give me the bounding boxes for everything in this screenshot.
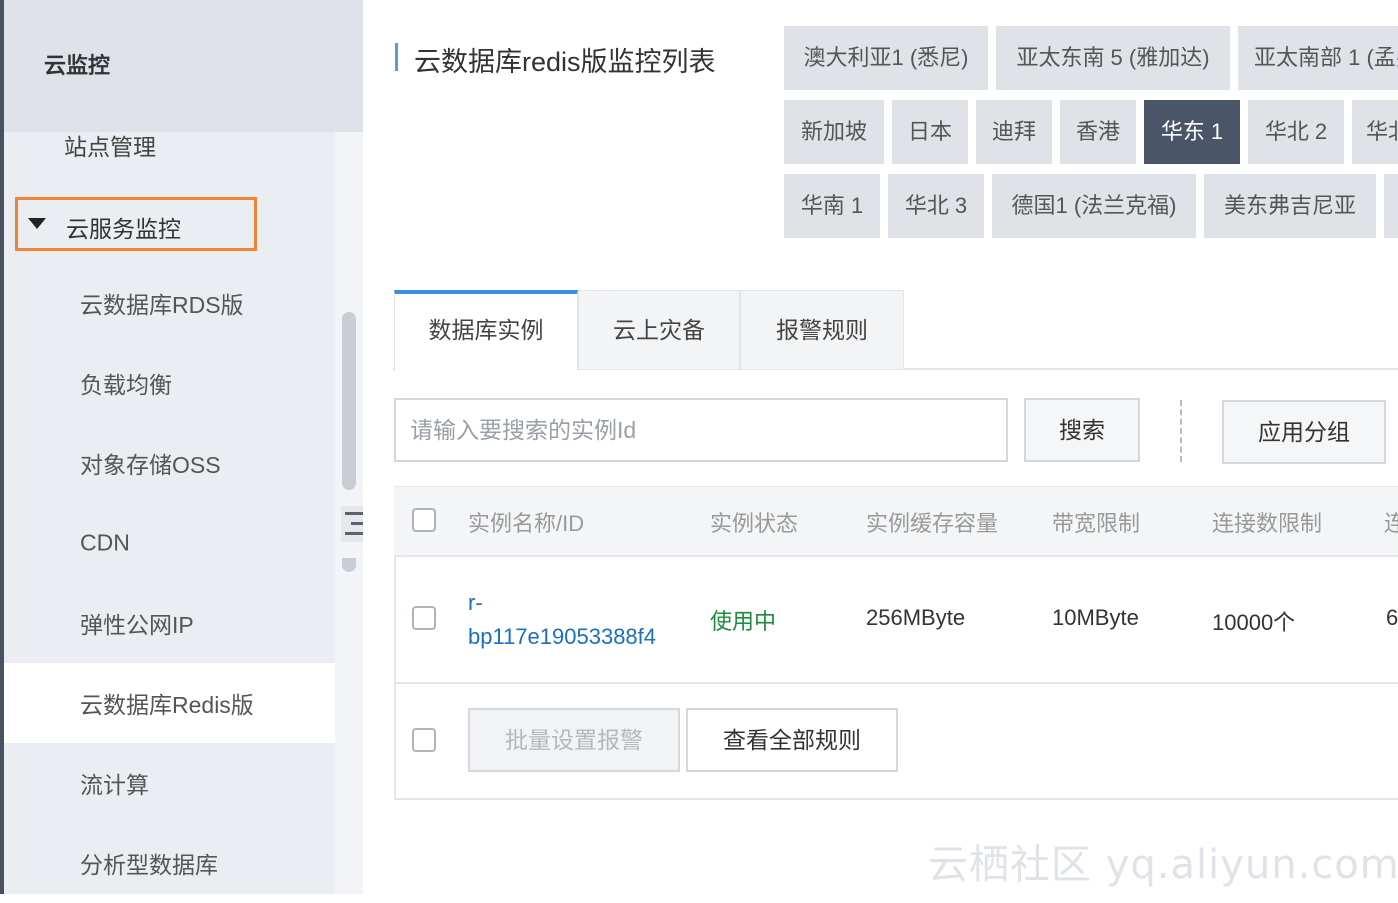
view-all-rules-button[interactable]: 查看全部规则 (686, 708, 898, 772)
sidebar-item-stream-compute[interactable]: 流计算 (4, 743, 335, 823)
row-checkbox[interactable] (412, 606, 436, 630)
region-button[interactable]: 华北 3 (888, 174, 984, 238)
sidebar-item-label: 分析型数据库 (80, 852, 218, 878)
column-header-capacity[interactable]: 实例缓存容量 (866, 506, 998, 538)
sidebar-item-analytic-db[interactable]: 分析型数据库 (4, 823, 335, 903)
region-button[interactable]: 华北 2 (1248, 100, 1344, 164)
status-badge: 使用中 (710, 609, 777, 634)
region-button[interactable]: 新加坡 (784, 100, 884, 164)
region-button[interactable]: 亚太东南 5 (雅加达) (996, 26, 1230, 90)
region-button[interactable]: 华南 1 (784, 174, 880, 238)
tab-disaster-recovery[interactable]: 云上灾备 (578, 290, 740, 369)
column-header-bandwidth[interactable]: 带宽限制 (1052, 506, 1140, 538)
column-header-connections[interactable]: 连接数限制 (1212, 506, 1322, 538)
instance-id-link-prefix[interactable]: r- (468, 590, 483, 616)
cell-bandwidth: 10MByte (1052, 605, 1139, 630)
sidebar-title: 云监控 (44, 53, 111, 78)
sidebar-item-label: 云数据库Redis版 (80, 692, 254, 718)
region-button[interactable]: 美西 (1384, 174, 1398, 238)
collapse-sidebar-icon[interactable] (341, 506, 363, 542)
sidebar-item-slb[interactable]: 负载均衡 (4, 343, 335, 423)
sidebar-item-oss[interactable]: 对象存储OSS (4, 423, 335, 503)
sidebar-item-cdn[interactable]: CDN (4, 503, 335, 583)
footer-checkbox[interactable] (412, 728, 436, 752)
column-header-name[interactable]: 实例名称/ID (468, 506, 584, 538)
sidebar-item-redis[interactable]: 云数据库Redis版 (4, 663, 335, 743)
sidebar-item-eip[interactable]: 弹性公网IP (4, 583, 335, 663)
column-header-truncated[interactable]: 连 (1384, 506, 1398, 538)
region-button[interactable]: 亚太南部 1 (孟买) (1238, 26, 1398, 90)
region-button[interactable]: 美东弗吉尼亚 (1204, 174, 1376, 238)
sidebar-group-cloud-service-monitor[interactable]: 云服务监控 (15, 197, 257, 251)
region-button-selected[interactable]: 华东 1 (1144, 100, 1240, 164)
select-all-checkbox[interactable] (412, 508, 436, 532)
region-button[interactable]: 德国1 (法兰克福) (992, 174, 1196, 238)
apply-group-button[interactable]: 应用分组 (1222, 400, 1386, 464)
sidebar-item-label: 对象存储OSS (80, 452, 221, 478)
instance-search-input[interactable] (394, 398, 1008, 462)
region-button[interactable]: 日本 (892, 100, 968, 164)
sidebar-group-label: 云服务监控 (66, 216, 181, 242)
cell-truncated: 6 (1386, 605, 1398, 630)
region-button[interactable]: 迪拜 (976, 100, 1052, 164)
watermark: 云栖社区 yq.aliyun.com (928, 842, 1398, 888)
sidebar-item-site-management[interactable]: 站点管理 (64, 128, 156, 162)
scroll-handle[interactable] (342, 558, 356, 572)
column-header-status[interactable]: 实例状态 (710, 506, 798, 538)
tab-db-instances[interactable]: 数据库实例 (394, 290, 578, 370)
sidebar-header: 云监控 (4, 0, 363, 132)
region-button[interactable]: 华北 1 (1352, 100, 1398, 164)
sidebar-item-rds[interactable]: 云数据库RDS版 (4, 263, 335, 343)
sidebar: 云监控 站点管理 云服务监控 云数据库RDS版 负载均衡 对象存储OSS CDN… (4, 0, 363, 894)
row-divider (394, 682, 1398, 684)
batch-alarm-button[interactable]: 批量设置报警 (468, 708, 680, 772)
sidebar-item-label: 云数据库RDS版 (80, 292, 244, 318)
search-button[interactable]: 搜索 (1024, 398, 1140, 462)
page-title: 云数据库redis版监控列表 (414, 47, 716, 77)
toolbar-divider (1180, 400, 1182, 462)
region-button[interactable]: 香港 (1060, 100, 1136, 164)
sidebar-item-label: 负载均衡 (80, 372, 172, 398)
cell-connections: 10000个 (1212, 610, 1296, 635)
region-button[interactable]: 澳大利亚1 (悉尼) (784, 26, 988, 90)
title-accent-bar (395, 43, 398, 71)
tab-alarm-rules[interactable]: 报警规则 (740, 290, 904, 369)
sidebar-scrollbar[interactable] (342, 312, 356, 490)
caret-down-icon (28, 218, 46, 229)
sidebar-item-label: CDN (80, 529, 130, 556)
cell-capacity: 256MByte (866, 605, 966, 630)
instance-id-link[interactable]: bp117e19053388f4 (468, 624, 656, 650)
sidebar-item-label: 流计算 (80, 772, 149, 798)
sidebar-item-label: 弹性公网IP (80, 612, 194, 638)
